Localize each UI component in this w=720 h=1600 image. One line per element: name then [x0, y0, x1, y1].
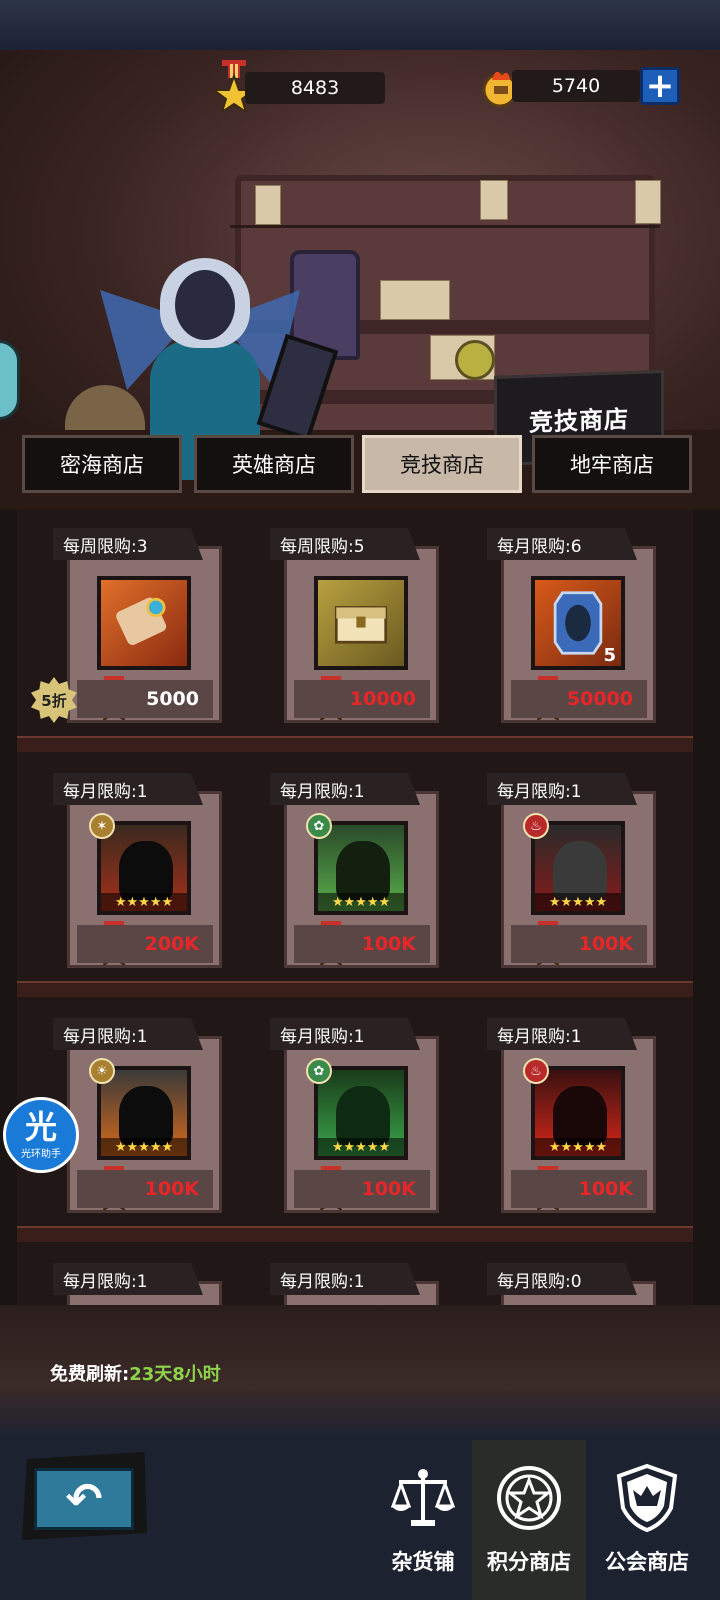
purchase-limit: 每周限购:5 [270, 528, 420, 560]
character-head [175, 270, 235, 340]
back-arrow-icon[interactable]: ↶ [34, 1468, 134, 1530]
hero-portrait-icon: ☀ ★★★★★ [89, 1058, 191, 1160]
star-emblem-icon [497, 1466, 561, 1530]
star-rating: ★★★★★ [535, 1138, 621, 1156]
shop-item-card[interactable]: 每月限购:1 [53, 1263, 222, 1305]
shop-item-card[interactable]: 每周限购:3 5000 [53, 528, 222, 723]
shop-item-card[interactable]: 每月限购:6 5 50000 [487, 528, 656, 723]
treasure-chest-icon [314, 576, 408, 670]
purchase-limit: 每周限购:3 [53, 528, 203, 560]
hero-silhouette [119, 841, 173, 901]
price-label: 100K [294, 1170, 430, 1208]
price-label: 5000 [77, 680, 213, 718]
shop-item-card[interactable]: 每月限购:1 [270, 1263, 439, 1305]
refresh-value: 23天8小时 [129, 1364, 221, 1385]
shelf-divider [17, 981, 693, 997]
price-label: 100K [511, 1170, 647, 1208]
element-badge-icon: ✿ [306, 813, 332, 839]
note-paper [480, 180, 508, 220]
shop-tabs: 密海商店 英雄商店 竞技商店 地牢商店 [22, 435, 702, 493]
star-rating: ★★★★★ [101, 1138, 187, 1156]
star-rating: ★★★★★ [318, 893, 404, 911]
tab-dungeon-shop[interactable]: 地牢商店 [532, 435, 692, 493]
hero-silhouette [553, 841, 607, 901]
shop-item-card[interactable]: 每月限购:1 ♨ ★★★★★ 100K [487, 1018, 656, 1213]
helper-label: 光环助手 [21, 1148, 61, 1160]
hanging-rope [230, 225, 660, 228]
shop-item-card[interactable]: 每月限购:1 ♨ ★★★★★ 100K [487, 773, 656, 968]
shop-item-card[interactable]: 每周限购:5 10000 [270, 528, 439, 723]
nav-label: 公会商店 [605, 1550, 689, 1574]
free-refresh-timer: 免费刷新:23天8小时 [50, 1360, 221, 1386]
purchase-limit: 每月限购:6 [487, 528, 637, 560]
purchase-limit: 每月限购:1 [270, 773, 420, 805]
purchase-limit: 每月限购:1 [487, 1018, 637, 1050]
note-paper [255, 185, 281, 225]
purchase-limit: 每月限购:1 [270, 1018, 420, 1050]
hero-portrait-icon: ✶ ★★★★★ [89, 813, 191, 915]
price-label: 100K [294, 925, 430, 963]
price-label: 100K [77, 1170, 213, 1208]
price-label: 200K [77, 925, 213, 963]
purchase-limit: 每月限购:0 [487, 1263, 637, 1295]
item-quantity: 5 [603, 645, 616, 666]
star-rating: ★★★★★ [318, 1138, 404, 1156]
purchase-limit: 每月限购:1 [53, 773, 203, 805]
element-badge-icon: ♨ [523, 1058, 549, 1084]
shop-item-card[interactable]: 每月限购:0 [487, 1263, 656, 1305]
refresh-label: 免费刷新: [50, 1364, 130, 1385]
hero-portrait-icon: ✿ ★★★★★ [306, 813, 408, 915]
price-label: 100K [511, 925, 647, 963]
price-label: 50000 [511, 680, 647, 718]
hero-silhouette [553, 1086, 607, 1146]
hero-portrait-icon: ✿ ★★★★★ [306, 1058, 408, 1160]
shield-icon [616, 1463, 678, 1533]
hero-portrait-icon: ♨ ★★★★★ [523, 813, 625, 915]
nav-points-store[interactable]: 积分商店 [472, 1440, 586, 1600]
shelf-divider [17, 1226, 693, 1242]
tab-arena-shop[interactable]: 竞技商店 [362, 435, 522, 493]
item-grid: 每周限购:3 5000 5折 每周限购:5 10000 每月限购:6 5 500… [17, 510, 693, 1305]
hero-silhouette [336, 1086, 390, 1146]
scales-icon [390, 1469, 456, 1526]
shop-item-card[interactable]: 每月限购:1 ☀ ★★★★★ 100K [53, 1018, 222, 1213]
note-paper [380, 280, 450, 320]
scroll-icon [97, 576, 191, 670]
helper-glyph: 光 [24, 1107, 57, 1146]
shelf-divider [17, 736, 693, 752]
nav-label: 积分商店 [487, 1550, 571, 1574]
element-badge-icon: ☀ [89, 1058, 115, 1084]
hero-card-icon: 5 [531, 576, 625, 670]
purchase-limit: 每月限购:1 [53, 1018, 203, 1050]
star-rating: ★★★★★ [101, 893, 187, 911]
hero-silhouette [336, 841, 390, 901]
element-badge-icon: ♨ [523, 813, 549, 839]
tab-hero-shop[interactable]: 英雄商店 [194, 435, 354, 493]
hero-silhouette [119, 1086, 173, 1146]
shop-item-card[interactable]: 每月限购:1 ✶ ★★★★★ 200K [53, 773, 222, 968]
element-badge-icon: ✿ [306, 1058, 332, 1084]
nav-label: 杂货铺 [391, 1550, 455, 1574]
nav-grocery-store[interactable]: 杂货铺 [366, 1440, 480, 1600]
note-paper [635, 180, 661, 224]
price-label: 10000 [294, 680, 430, 718]
element-badge-icon: ✶ [89, 813, 115, 839]
purchase-limit: 每月限购:1 [53, 1263, 203, 1295]
medal-amount: 8483 [245, 72, 385, 104]
side-pet-widget[interactable] [0, 340, 20, 420]
halo-assistant-button[interactable]: 光 光环助手 [3, 1097, 79, 1173]
shop-item-card[interactable]: 每月限购:1 ✿ ★★★★★ 100K [270, 773, 439, 968]
fire-token-amount: 5740 [512, 70, 640, 102]
shop-item-card[interactable]: 每月限购:1 ✿ ★★★★★ 100K [270, 1018, 439, 1213]
status-bar [0, 0, 720, 50]
tab-mihai-shop[interactable]: 密海商店 [22, 435, 182, 493]
star-rating: ★★★★★ [535, 893, 621, 911]
potion-icon [455, 340, 495, 380]
purchase-limit: 每月限购:1 [487, 773, 637, 805]
hero-portrait-icon: ♨ ★★★★★ [523, 1058, 625, 1160]
add-currency-button[interactable]: + [640, 67, 680, 105]
bottom-nav: ↶ 杂货铺 积分商店 公会商店 [0, 1440, 720, 1600]
nav-guild-store[interactable]: 公会商店 [590, 1440, 704, 1600]
purchase-limit: 每月限购:1 [270, 1263, 420, 1295]
